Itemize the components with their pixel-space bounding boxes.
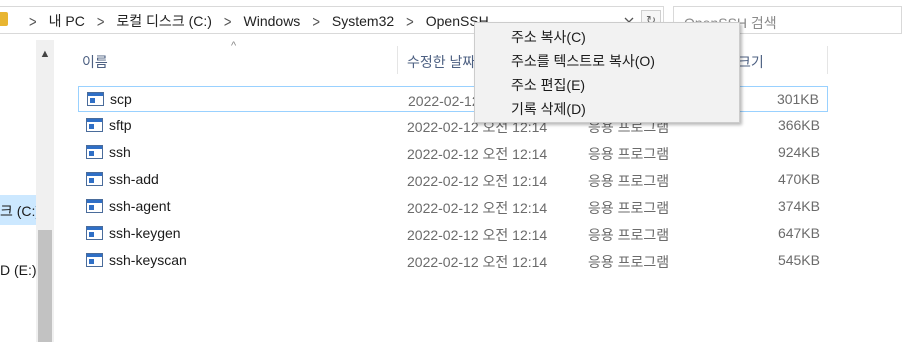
file-modified: 2022-02-12 오전 12:14 [407,200,548,216]
file-type: 응용 프로그램 [588,254,670,270]
application-icon [86,199,103,213]
file-size: 366KB [777,117,820,133]
application-icon [86,226,103,240]
application-icon [86,118,103,132]
file-name: ssh-agent [109,198,171,214]
address-context-menu: 주소 복사(C) 주소를 텍스트로 복사(O) 주소 편집(E) 기록 삭제(D… [474,22,740,123]
application-icon [86,172,103,186]
file-size: 301KB [776,91,819,107]
breadcrumb-separator-icon[interactable]: > [397,12,423,30]
file-name: ssh [109,144,131,160]
folder-icon [0,12,8,26]
breadcrumb-local-disk[interactable]: 로컬 디스크 (C:) [113,11,215,31]
breadcrumb-separator-icon[interactable]: > [303,12,329,30]
column-divider[interactable] [827,46,828,74]
file-type: 응용 프로그램 [588,227,670,243]
address-row: > 내 PC > 로컬 디스크 (C:) > Windows > System3… [0,0,902,40]
file-name: sftp [109,117,132,133]
sort-ascending-icon: ^ [231,40,237,52]
nav-scrollbar-thumb[interactable] [38,230,52,342]
file-modified: 2022-02-12 오전 12:14 [407,146,548,162]
breadcrumb-this-pc[interactable]: 내 PC [46,11,88,31]
file-type: 응용 프로그램 [588,146,670,162]
file-name: ssh-keygen [109,225,181,241]
file-type: 응용 프로그램 [588,173,670,189]
file-size: 545KB [777,252,820,268]
nav-item-drive-c[interactable]: 크 (C:) [0,201,40,221]
file-name: ssh-keyscan [109,252,187,268]
file-name: ssh-add [109,171,159,187]
file-type: 응용 프로그램 [588,200,670,216]
file-row-ssh-add[interactable]: ssh-add 2022-02-12 오전 12:14 응용 프로그램 470K… [78,167,828,193]
menu-item-delete-history[interactable]: 기록 삭제(D) [511,99,586,119]
file-modified: 2022-02-12 오전 12:14 [407,254,548,270]
nav-item-drive-e[interactable]: D (E:) [0,262,37,278]
breadcrumb-separator-icon: > [29,12,37,30]
column-modified-header[interactable]: 수정한 날짜 [407,52,475,72]
breadcrumb: > 내 PC > 로컬 디스크 (C:) > Windows > System3… [20,12,492,30]
file-modified: 2022-02-12 오전 12:14 [407,173,548,189]
breadcrumb-system32[interactable]: System32 [329,13,397,29]
file-size: 924KB [777,144,820,160]
menu-item-copy-address[interactable]: 주소 복사(C) [511,27,586,47]
file-size: 647KB [777,225,820,241]
scroll-up-arrow-icon[interactable]: ▲ [36,44,54,64]
column-name-header[interactable]: 이름 [82,52,108,72]
application-icon [86,253,103,267]
column-size-header[interactable]: 크기 [738,52,764,72]
breadcrumb-separator-icon[interactable]: > [88,12,114,30]
application-icon [87,92,104,106]
file-row-ssh[interactable]: ssh 2022-02-12 오전 12:14 응용 프로그램 924KB [78,140,828,166]
file-row-ssh-keygen[interactable]: ssh-keygen 2022-02-12 오전 12:14 응용 프로그램 6… [78,221,828,247]
column-divider[interactable] [397,46,398,74]
file-row-ssh-keyscan[interactable]: ssh-keyscan 2022-02-12 오전 12:14 응용 프로그램 … [78,248,828,274]
file-row-ssh-agent[interactable]: ssh-agent 2022-02-12 오전 12:14 응용 프로그램 37… [78,194,828,220]
file-size: 470KB [777,171,820,187]
menu-item-copy-address-as-text[interactable]: 주소를 텍스트로 복사(O) [511,51,655,71]
file-size: 374KB [777,198,820,214]
breadcrumb-windows[interactable]: Windows [241,13,304,29]
breadcrumb-separator-icon[interactable]: > [215,12,241,30]
application-icon [86,145,103,159]
file-modified: 2022-02-12 오전 12:14 [407,227,548,243]
file-name: scp [110,91,132,107]
menu-item-edit-address[interactable]: 주소 편집(E) [511,75,585,95]
